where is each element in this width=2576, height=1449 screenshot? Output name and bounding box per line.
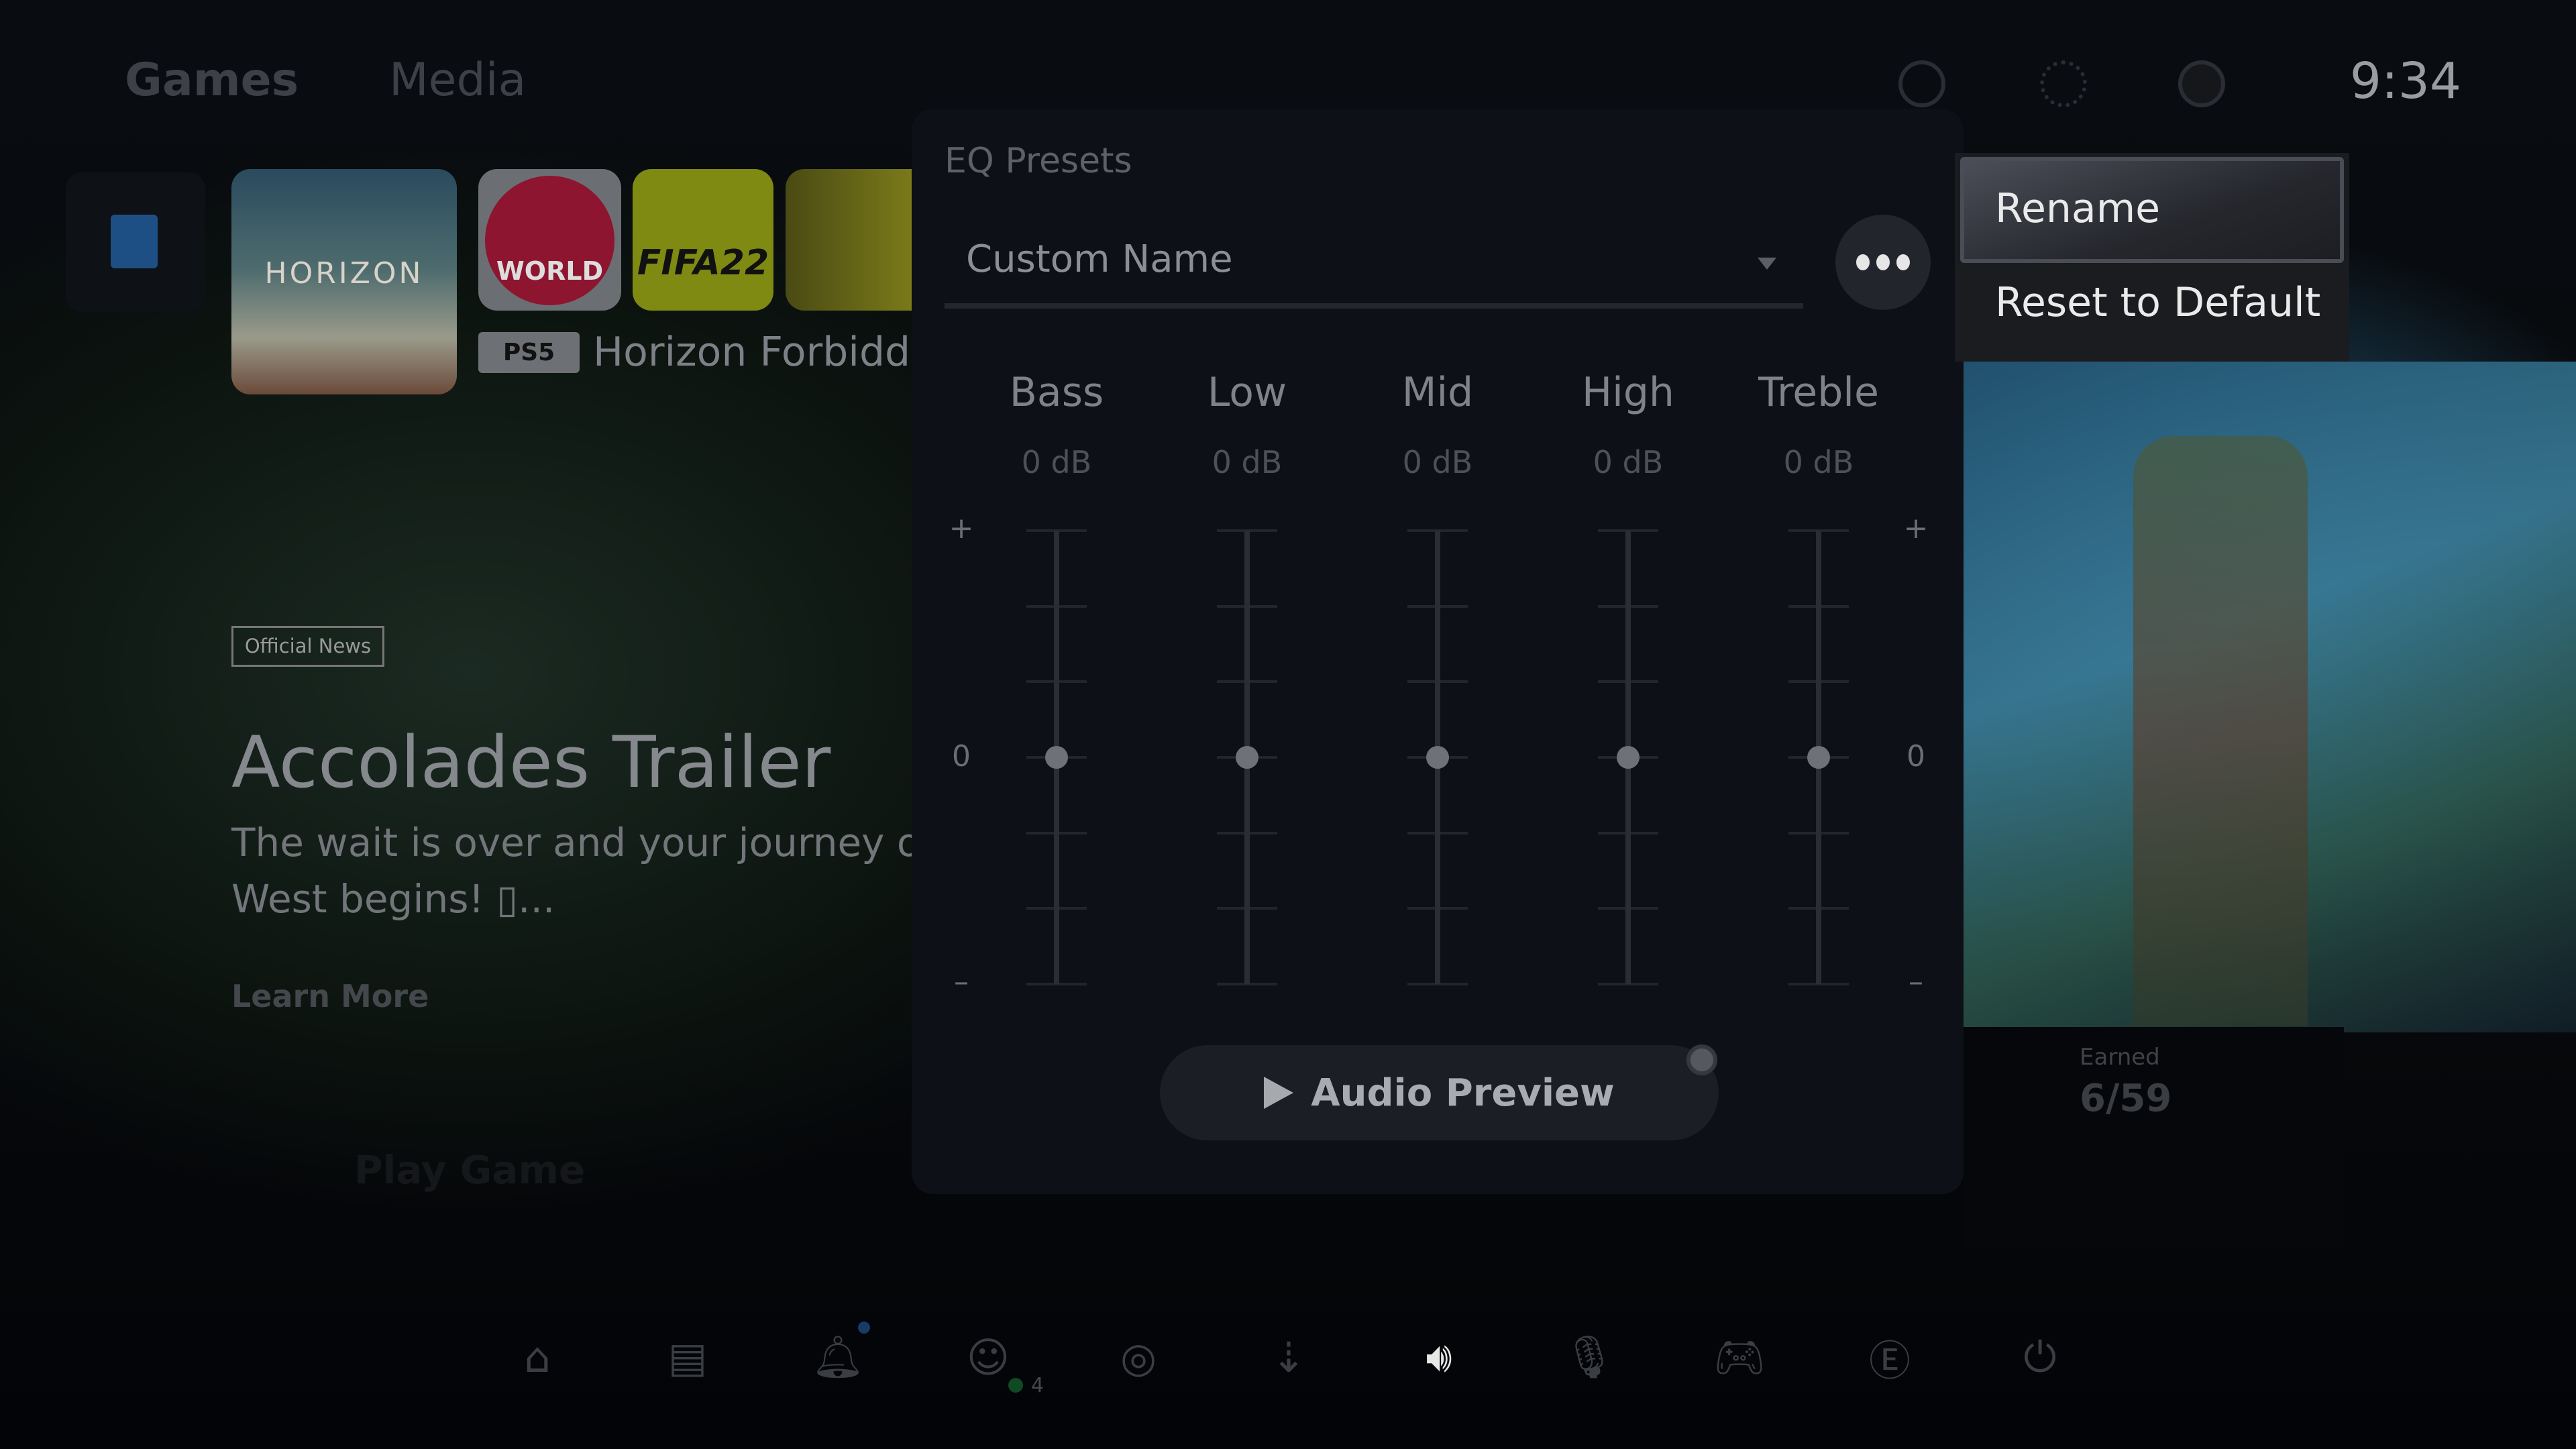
menu-item-reset-to-default[interactable]: Reset to Default — [1995, 279, 2320, 326]
ellipsis-icon — [1856, 254, 1870, 270]
eq-preset-dropdown[interactable]: Custom Name — [945, 223, 1803, 309]
remote-play-icon[interactable]: ◎ — [1113, 1332, 1164, 1383]
audio-preview-label: Audio Preview — [1311, 1071, 1615, 1115]
gear-icon[interactable] — [2040, 60, 2087, 107]
notifications-icon[interactable]: 🔔︎ — [812, 1332, 865, 1383]
tile-fifa-22[interactable]: FIFA22 — [633, 169, 773, 311]
axis-minus-right: – — [1909, 965, 1923, 999]
more-options-button[interactable] — [1835, 215, 1931, 310]
eq-presets-dialog: EQ Presets Custom Name + 0 – + 0 – Bass 0… — [912, 109, 1964, 1194]
game-base-count: 4 — [1031, 1374, 1044, 1397]
sound-icon[interactable]: 🔊︎ — [1413, 1332, 1464, 1383]
avatar[interactable] — [2178, 60, 2225, 107]
eq-presets-title: EQ Presets — [945, 141, 1132, 181]
eq-band-value: 0 dB — [1593, 444, 1664, 480]
chevron-down-icon — [1758, 258, 1776, 270]
eq-band-label: High — [1582, 369, 1674, 416]
power-icon[interactable]: ⏻ — [2015, 1332, 2065, 1383]
game-base-icon[interactable]: ☺ — [963, 1332, 1014, 1383]
hero-title: Accolades Trailer — [231, 721, 831, 804]
axis-zero-right: 0 — [1907, 739, 1925, 773]
play-game-button[interactable]: Play Game — [354, 1147, 585, 1193]
eq-band-value: 0 dB — [1402, 444, 1473, 480]
tab-media[interactable]: Media — [389, 54, 526, 107]
eq-band-label: Low — [1207, 369, 1287, 416]
menu-item-rename[interactable]: Rename — [1960, 157, 2344, 263]
profile-icon[interactable]: Ⓔ — [1864, 1332, 1915, 1385]
ps-store-bag-icon — [111, 215, 158, 268]
menu-item-label: Rename — [1995, 185, 2161, 232]
eq-band-label: Treble — [1758, 369, 1879, 416]
notification-dot — [858, 1322, 870, 1334]
axis-plus-right: + — [1903, 511, 1929, 545]
olliolli-logo: WORLD — [485, 176, 614, 305]
online-status-dot — [1008, 1378, 1023, 1393]
game-library-icon[interactable]: ▤ — [662, 1332, 713, 1383]
axis-zero-left: 0 — [952, 739, 971, 773]
ellipsis-icon — [1876, 254, 1890, 270]
eq-slider-knob[interactable] — [1807, 746, 1830, 769]
horizon-logo: HORIZON — [264, 256, 424, 290]
trophies-earned-value: 6/59 — [2080, 1077, 2172, 1120]
eq-band-value: 0 dB — [1783, 444, 1854, 480]
tile-olliolli-world[interactable]: WORLD — [478, 169, 621, 311]
tile-cyberpunk[interactable] — [786, 169, 912, 311]
eq-band-label: Bass — [1009, 369, 1104, 416]
tab-games[interactable]: Games — [125, 54, 299, 107]
options-button-icon — [1686, 1044, 1717, 1075]
audio-preview-button[interactable]: Audio Preview — [1160, 1045, 1719, 1140]
ellipsis-icon — [1896, 254, 1910, 270]
axis-plus-left: + — [949, 511, 974, 545]
hero-description-line: West begins! ▯... — [231, 876, 555, 922]
eq-band-value: 0 dB — [1212, 444, 1283, 480]
eq-band-label: Mid — [1401, 369, 1474, 416]
trophies-earned-label: Earned — [2080, 1044, 2160, 1071]
play-icon — [1264, 1077, 1294, 1109]
clock: 9:34 — [2349, 52, 2461, 110]
axis-minus-left: – — [954, 965, 969, 999]
learn-more-link[interactable]: Learn More — [231, 978, 429, 1014]
mic-mute-icon[interactable]: 🎙︎ — [1563, 1332, 1616, 1383]
eq-band-value: 0 dB — [1021, 444, 1092, 480]
game-hero-art-tower — [2133, 436, 2308, 1026]
hero-description-line: The wait is over and your journey out — [231, 820, 961, 865]
downloads-icon[interactable]: ⇣ — [1263, 1332, 1314, 1383]
tile-horizon-forbidden-west[interactable]: HORIZON — [231, 169, 457, 394]
ps5-badge: PS5 — [478, 332, 580, 373]
eq-slider-knob[interactable] — [1045, 746, 1068, 769]
eq-slider-knob[interactable] — [1236, 746, 1258, 769]
eq-slider-knob[interactable] — [1617, 746, 1640, 769]
search-icon[interactable] — [1898, 60, 1945, 107]
home-icon[interactable]: ⌂ — [512, 1332, 563, 1383]
accessories-icon[interactable]: 🎮︎ — [1713, 1332, 1766, 1383]
official-news-badge: Official News — [231, 626, 384, 667]
selected-game-title: Horizon Forbidden West — [593, 329, 912, 376]
context-menu: Rename Reset to Default — [1955, 153, 2349, 362]
eq-slider-knob[interactable] — [1426, 746, 1449, 769]
eq-preset-value: Custom Name — [966, 237, 1233, 281]
